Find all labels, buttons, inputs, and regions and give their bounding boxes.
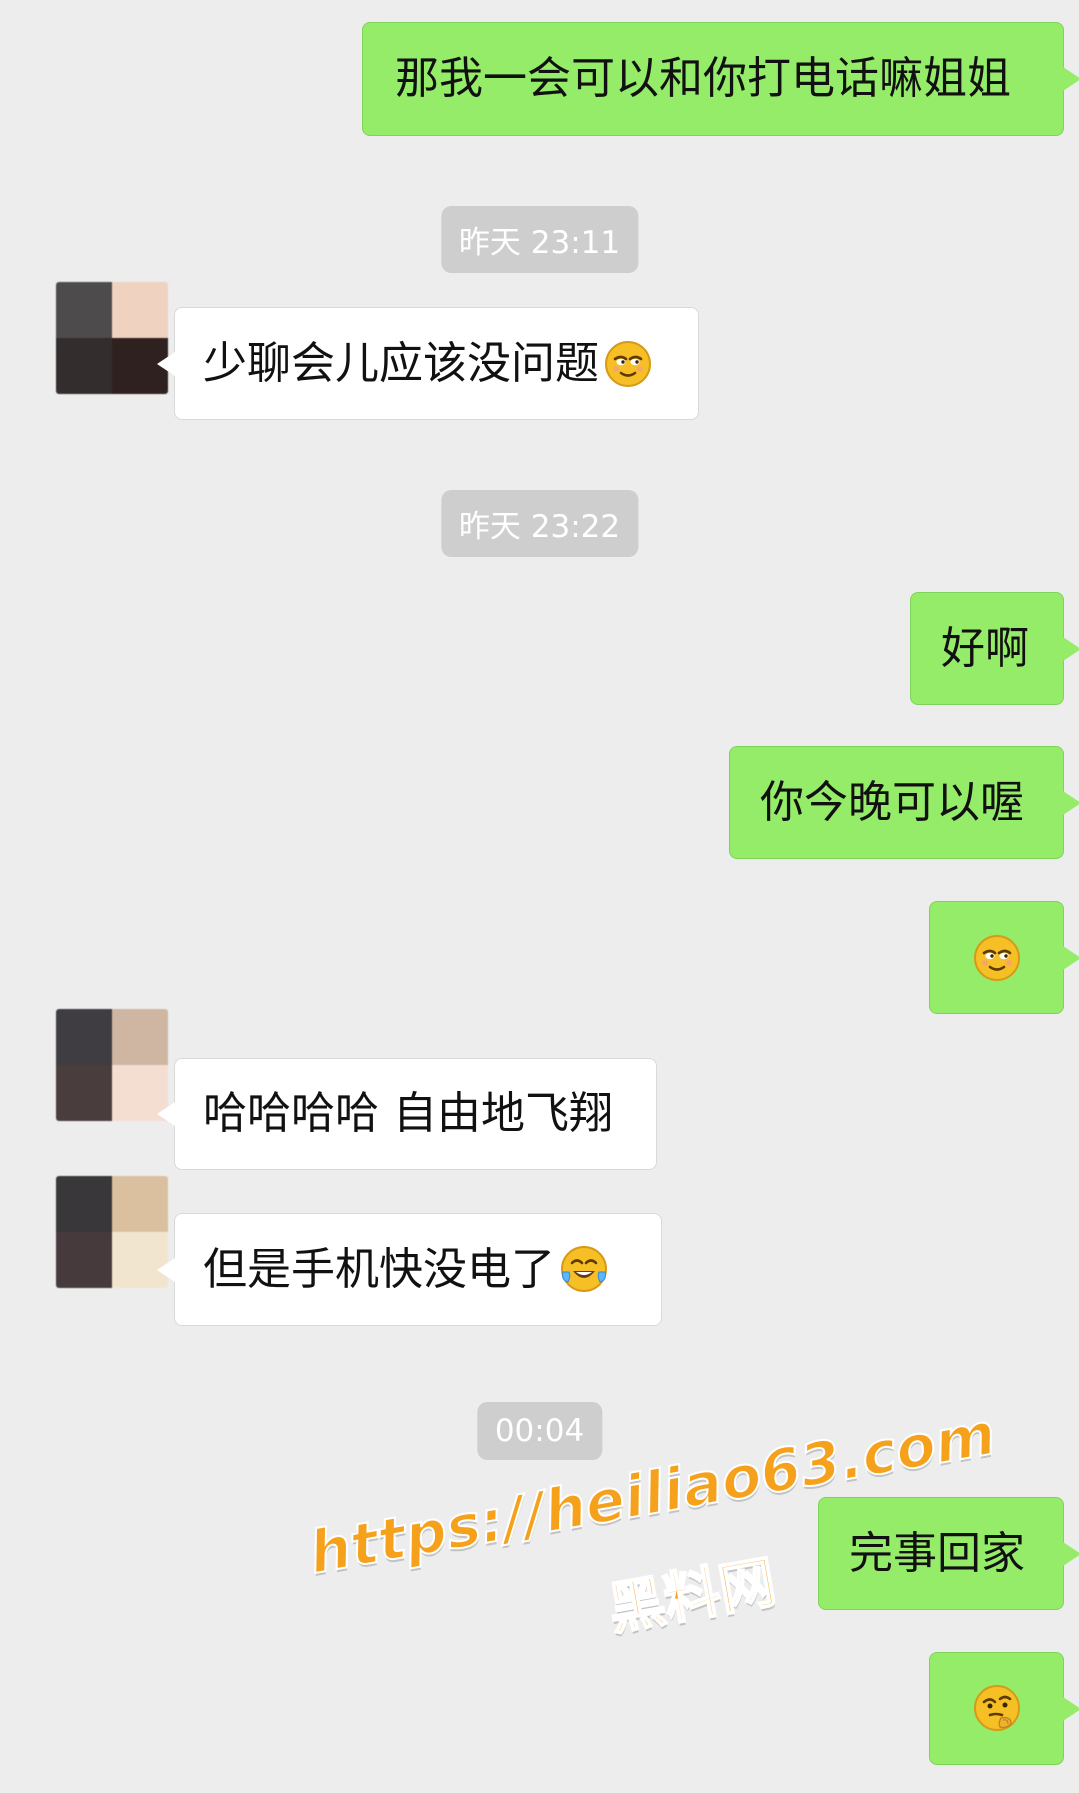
message-text: 但是手机快没电了 — [203, 1243, 555, 1295]
message-bubble-outgoing[interactable]: 那我一会可以和你打电话嘛姐姐 — [362, 22, 1064, 136]
message-text: 完事回家 — [849, 1527, 1025, 1579]
timestamp: 00:04 — [476, 1402, 603, 1460]
watermark-label: 黑料网 — [603, 1549, 782, 1644]
tears-of-joy-emoji — [559, 1245, 609, 1295]
avatar[interactable] — [56, 1009, 168, 1121]
smirking-face-emoji — [603, 339, 653, 389]
chat-thread: 那我一会可以和你打电话嘛姐姐 昨天 23:11 少聊会儿应该没问题 昨天 23:… — [0, 0, 1079, 1793]
message-bubble-outgoing[interactable] — [929, 901, 1064, 1014]
timestamp: 昨天 23:22 — [440, 490, 639, 557]
message-text: 好啊 — [941, 622, 1029, 674]
message-bubble-incoming[interactable]: 哈哈哈哈 自由地飞翔 — [174, 1058, 657, 1170]
message-text: 少聊会儿应该没问题 — [203, 337, 599, 389]
avatar[interactable] — [56, 282, 168, 394]
avatar[interactable] — [56, 1176, 168, 1288]
message-bubble-outgoing[interactable]: 完事回家 — [818, 1497, 1064, 1610]
smirking-face-emoji — [972, 933, 1022, 983]
thinking-face-emoji — [972, 1684, 1022, 1734]
message-bubble-outgoing[interactable]: 你今晚可以喔 — [729, 746, 1064, 859]
message-bubble-incoming[interactable]: 但是手机快没电了 — [174, 1213, 662, 1326]
message-bubble-outgoing[interactable] — [929, 1652, 1064, 1765]
timestamp: 昨天 23:11 — [440, 206, 639, 273]
message-bubble-outgoing[interactable]: 好啊 — [910, 592, 1064, 705]
message-bubble-incoming[interactable]: 少聊会儿应该没问题 — [174, 307, 699, 420]
message-text: 哈哈哈哈 自由地飞翔 — [203, 1088, 613, 1139]
message-text: 你今晚可以喔 — [760, 776, 1024, 828]
message-text: 那我一会可以和你打电话嘛姐姐 — [395, 53, 1011, 104]
